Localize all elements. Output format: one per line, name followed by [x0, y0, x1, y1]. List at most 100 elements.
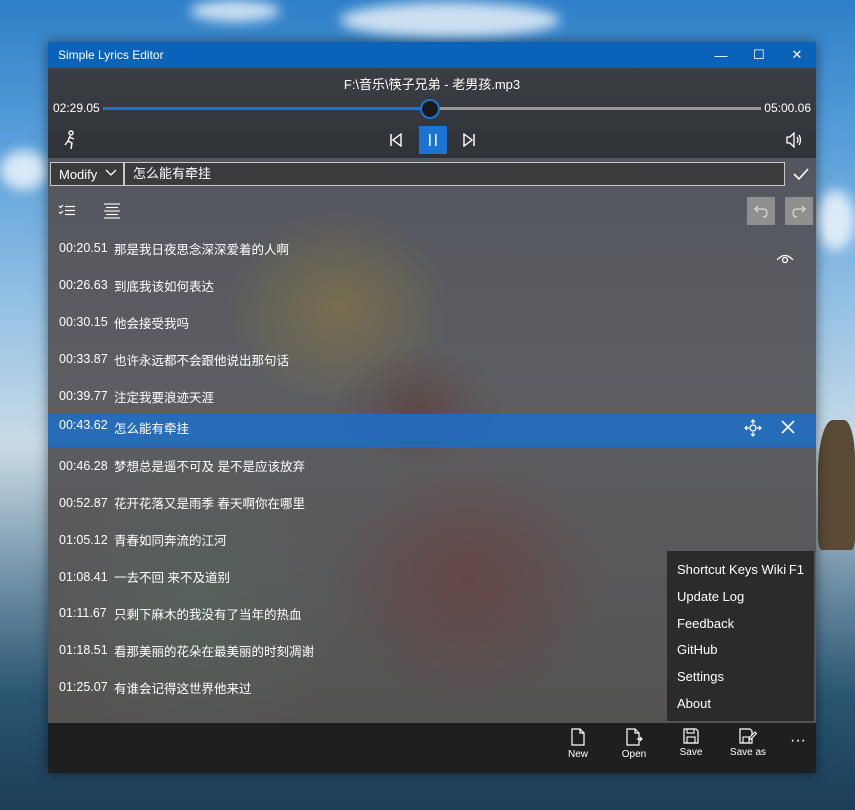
- save-as-label: Save as: [729, 747, 767, 758]
- menu-item-feedback[interactable]: Feedback: [667, 611, 814, 638]
- menu-item-github[interactable]: GitHub: [667, 637, 814, 664]
- pause-button[interactable]: [419, 126, 447, 154]
- lyric-time: 00:26.63: [59, 278, 108, 293]
- lyric-time: 00:30.15: [59, 315, 108, 330]
- title-bar: Simple Lyrics Editor — ☐ ✕: [48, 42, 816, 68]
- background-cloud: [190, 0, 280, 22]
- checkmark-icon[interactable]: [788, 162, 814, 186]
- background-rock: [818, 420, 855, 550]
- menu-item-update-log[interactable]: Update Log: [667, 584, 814, 611]
- new-button[interactable]: New: [552, 728, 604, 760]
- player-panel: F:\音乐\筷子兄弟 - 老男孩.mp3 02:29.05 05:00.06: [48, 68, 816, 158]
- lyric-row[interactable]: 00:46.28 梦想总是遥不可及 是不是应该放弃: [48, 447, 816, 484]
- redo-icon: [792, 205, 806, 218]
- lyric-row[interactable]: 00:52.87 花开花落又是雨季 春天啊你在哪里: [48, 484, 816, 521]
- next-button[interactable]: [455, 126, 483, 154]
- lyric-time: 00:43.62: [59, 418, 108, 433]
- lyric-row-selected[interactable]: 00:43.62 怎么能有牵挂: [48, 414, 816, 448]
- total-time: 05:00.06: [764, 101, 811, 115]
- overflow-menu: Shortcut Keys Wiki F1 Update Log Feedback Gi…: [666, 550, 815, 722]
- current-time: 02:29.05: [53, 101, 100, 115]
- undo-icon: [754, 205, 768, 218]
- more-button[interactable]: ···: [772, 732, 816, 750]
- lyric-time: 01:08.41: [59, 569, 108, 584]
- maximize-button[interactable]: ☐: [740, 42, 778, 68]
- lyric-text: 花开花落又是雨季 春天啊你在哪里: [114, 497, 305, 512]
- previous-button[interactable]: [382, 126, 410, 154]
- lyric-text: 也许永远都不会跟他说出那句话: [114, 353, 290, 368]
- menu-item-label: Settings: [677, 669, 724, 685]
- chevron-down-icon: [105, 166, 117, 181]
- lyric-time: 00:33.87: [59, 352, 108, 367]
- command-bar: New Open Save Save as ···: [48, 723, 816, 773]
- menu-item-label: GitHub: [677, 642, 718, 658]
- save-label: Save: [679, 747, 703, 758]
- background-cloud: [0, 150, 48, 190]
- lyric-time: 01:18.51: [59, 643, 108, 658]
- lyric-row[interactable]: 00:30.15 他会接受我吗: [48, 304, 816, 341]
- lyric-row[interactable]: 00:20.51 那是我日夜思念深深爱着的人啊: [48, 230, 816, 267]
- menu-item-about[interactable]: About: [667, 691, 814, 718]
- save-icon: [683, 728, 699, 744]
- new-file-icon: [571, 728, 585, 746]
- lyric-time: 01:05.12: [59, 532, 108, 547]
- menu-item-label: Update Log: [677, 588, 745, 604]
- shortcut-key: F1: [788, 562, 804, 577]
- save-button[interactable]: Save: [665, 728, 717, 758]
- eye-icon[interactable]: [776, 252, 794, 270]
- lyric-row[interactable]: 00:33.87 也许永远都不会跟他说出那句话: [48, 341, 816, 378]
- open-button[interactable]: Open: [608, 728, 660, 760]
- lyric-text: 有谁会记得这世界他来过: [114, 681, 252, 696]
- lyric-time: 00:52.87: [59, 495, 108, 510]
- runner-icon[interactable]: [56, 126, 84, 154]
- row-actions: [744, 419, 796, 440]
- lyric-time: 01:25.07: [59, 680, 108, 695]
- progress-fill: [103, 107, 431, 110]
- lyric-row[interactable]: 00:26.63 到底我该如何表达: [48, 267, 816, 304]
- lyric-time: 00:46.28: [59, 458, 108, 473]
- more-icon: ···: [790, 732, 806, 749]
- mode-dropdown[interactable]: Modify: [50, 162, 124, 186]
- edit-row: Modify 怎么能有牵挂: [48, 162, 816, 190]
- save-as-icon: [739, 728, 757, 744]
- save-as-button[interactable]: Save as: [722, 728, 774, 758]
- lyric-text: 青春如同奔流的江河: [114, 534, 227, 549]
- file-name: F:\音乐\筷子兄弟 - 老男孩.mp3: [343, 77, 521, 92]
- lyric-text: 怎么能有牵挂: [114, 422, 190, 437]
- minimize-button[interactable]: —: [702, 42, 740, 68]
- redo-button[interactable]: [785, 197, 813, 225]
- lyric-text: 注定我要浪迹天涯: [114, 390, 215, 405]
- delete-icon[interactable]: [780, 419, 796, 440]
- progress-slider[interactable]: [103, 99, 761, 119]
- progress-thumb[interactable]: [420, 99, 441, 119]
- locate-icon[interactable]: [744, 419, 762, 440]
- background-cloud: [340, 2, 560, 38]
- menu-item-shortcut-keys-wiki[interactable]: Shortcut Keys Wiki F1: [667, 557, 814, 584]
- menu-item-label: Feedback: [677, 615, 735, 631]
- undo-button[interactable]: [747, 197, 775, 225]
- volume-icon[interactable]: [780, 126, 808, 154]
- lyric-row[interactable]: 00:39.77 注定我要浪迹天涯: [48, 378, 816, 415]
- menu-item-label: Shortcut Keys Wiki: [677, 562, 787, 577]
- menu-item-settings[interactable]: Settings: [667, 664, 814, 691]
- lyric-time: 00:39.77: [59, 389, 108, 403]
- multi-select-icon[interactable]: [53, 197, 81, 225]
- lyric-text: 那是我日夜思念深深爱着的人啊: [114, 242, 290, 257]
- lyric-input[interactable]: 怎么能有牵挂: [124, 162, 785, 186]
- lyric-text: 一去不回 来不及道别: [114, 571, 230, 586]
- window-title: Simple Lyrics Editor: [58, 48, 164, 62]
- align-text-icon[interactable]: [98, 197, 126, 225]
- tool-row: [48, 197, 816, 227]
- lyric-text: 只剩下麻木的我没有了当年的热血: [114, 607, 302, 622]
- mode-value: Modify: [59, 166, 98, 182]
- lyric-text: 梦想总是遥不可及 是不是应该放弃: [114, 460, 305, 475]
- menu-item-label: About: [677, 695, 711, 711]
- lyric-time: 01:11.67: [59, 606, 107, 621]
- lyric-text: 到底我该如何表达: [114, 279, 215, 294]
- background-cloud: [816, 190, 855, 250]
- lyric-text: 看那美丽的花朵在最美丽的时刻凋谢: [114, 644, 315, 659]
- open-label: Open: [621, 749, 647, 760]
- lyric-text: 他会接受我吗: [114, 316, 190, 331]
- lyric-time: 00:20.51: [59, 241, 108, 256]
- close-button[interactable]: ✕: [778, 42, 816, 68]
